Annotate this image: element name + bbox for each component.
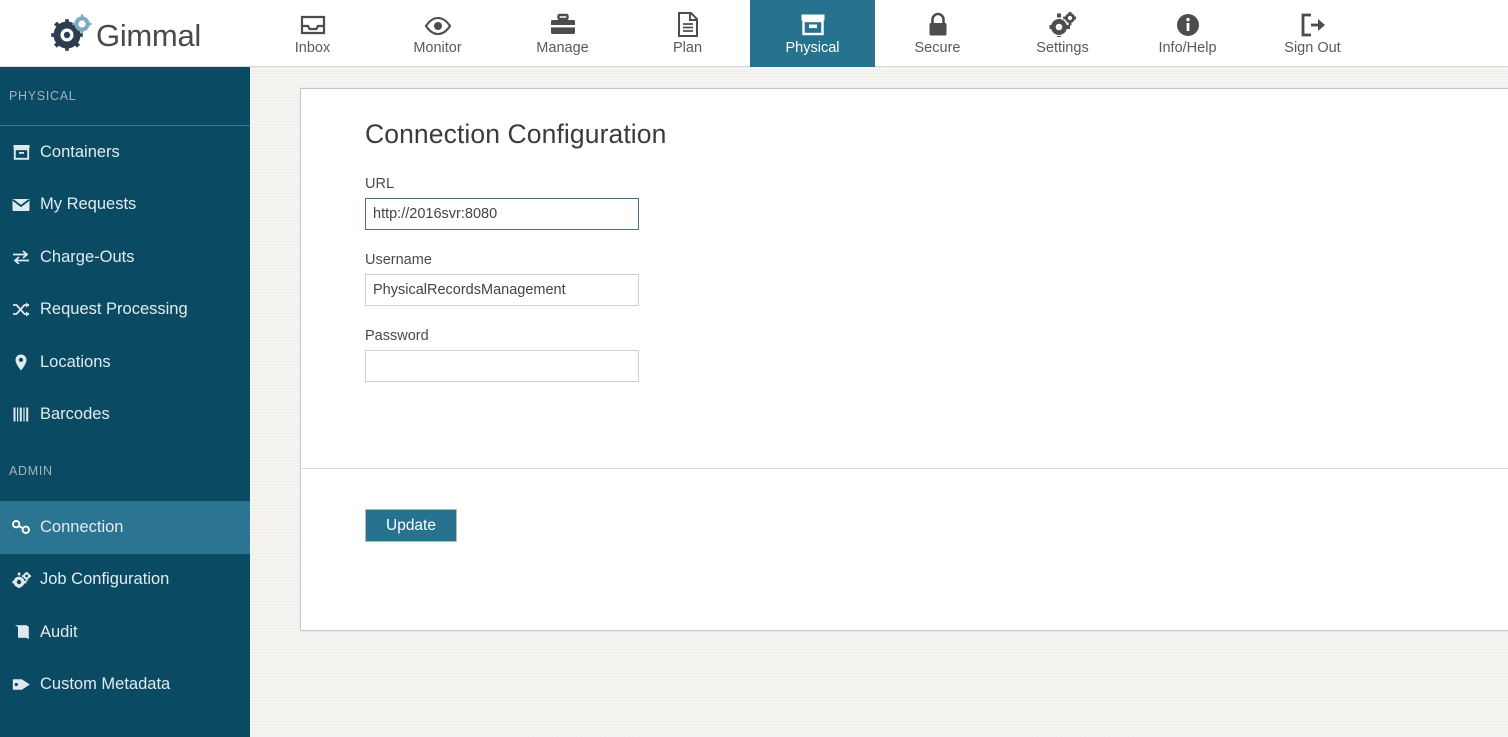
card-body: Connection Configuration URL Username Pa… (301, 89, 1508, 382)
sidebar: PHYSICAL Containers My Requests Charge-O… (0, 67, 250, 737)
url-label: URL (365, 176, 1508, 192)
nav-item-settings[interactable]: Settings (1000, 0, 1125, 67)
nav-item-info-help[interactable]: Info/Help (1125, 0, 1250, 67)
sidebar-item-charge-outs[interactable]: Charge-Outs (0, 231, 250, 284)
nav-item-manage[interactable]: Manage (500, 0, 625, 67)
nav-item-physical[interactable]: Physical (750, 0, 875, 67)
exchange-icon (11, 250, 31, 264)
sidebar-item-label: Connection (40, 518, 123, 537)
update-button[interactable]: Update (365, 509, 457, 542)
nav-label: Settings (1036, 41, 1088, 56)
nav-label: Secure (915, 41, 961, 56)
field-password: Password (365, 328, 1508, 382)
card-footer: Update (365, 509, 457, 542)
box-icon (11, 144, 31, 160)
app-page: Gimmal Inbox Monitor Manage (0, 0, 1508, 737)
sidebar-item-label: Barcodes (40, 405, 110, 424)
nav-item-sign-out[interactable]: Sign Out (1250, 0, 1375, 67)
field-url: URL (365, 176, 1508, 230)
briefcase-icon (550, 11, 576, 37)
sidebar-item-label: Containers (40, 143, 120, 162)
password-input[interactable] (365, 350, 639, 382)
brand-logo[interactable]: Gimmal (0, 0, 250, 67)
sidebar-item-custom-metadata[interactable]: Custom Metadata (0, 659, 250, 712)
sidebar-item-label: Job Configuration (40, 570, 169, 589)
sidebar-item-barcodes[interactable]: Barcodes (0, 389, 250, 442)
username-label: Username (365, 252, 1508, 268)
signout-icon (1300, 11, 1326, 37)
gimmal-gear-icon (49, 14, 95, 54)
info-icon (1176, 11, 1200, 37)
sidebar-item-job-configuration[interactable]: Job Configuration (0, 554, 250, 607)
pin-icon (11, 354, 31, 371)
gears-icon (1049, 11, 1076, 37)
sidebar-section-header-physical: PHYSICAL (0, 67, 250, 125)
sidebar-item-label: My Requests (40, 195, 136, 214)
gears-icon (11, 572, 31, 588)
card-divider (301, 468, 1508, 469)
nav-label: Manage (536, 41, 588, 56)
sidebar-item-my-requests[interactable]: My Requests (0, 179, 250, 232)
sidebar-item-label: Charge-Outs (40, 248, 134, 267)
nav-label: Physical (786, 41, 840, 56)
brand-name: Gimmal (96, 20, 201, 51)
nav-item-monitor[interactable]: Monitor (375, 0, 500, 67)
sidebar-item-label: Request Processing (40, 300, 188, 319)
nav-item-secure[interactable]: Secure (875, 0, 1000, 67)
sidebar-section-header-admin: ADMIN (0, 441, 250, 501)
nav-item-inbox[interactable]: Inbox (250, 0, 375, 67)
page-title: Connection Configuration (365, 119, 1508, 150)
nav-item-plan[interactable]: Plan (625, 0, 750, 67)
link-icon (11, 520, 31, 534)
sidebar-item-audit[interactable]: Audit (0, 606, 250, 659)
top-nav-items: Inbox Monitor Manage Plan (250, 0, 1375, 67)
sidebar-item-label: Locations (40, 353, 111, 372)
lock-icon (927, 11, 949, 37)
sidebar-item-locations[interactable]: Locations (0, 336, 250, 389)
sidebar-item-request-processing[interactable]: Request Processing (0, 284, 250, 337)
nav-label: Sign Out (1284, 41, 1340, 56)
username-input[interactable] (365, 274, 639, 306)
sidebar-item-label: Audit (40, 623, 78, 642)
shuffle-icon (11, 302, 31, 317)
envelope-icon (11, 198, 31, 212)
nav-label: Inbox (295, 41, 330, 56)
inbox-icon (300, 11, 326, 37)
nav-label: Info/Help (1158, 41, 1216, 56)
connection-configuration-card: Connection Configuration URL Username Pa… (300, 88, 1508, 631)
sidebar-item-connection[interactable]: Connection (0, 501, 250, 554)
box-icon (800, 11, 826, 37)
sidebar-item-containers[interactable]: Containers (0, 126, 250, 179)
barcode-icon (11, 407, 31, 422)
nav-label: Monitor (413, 41, 461, 56)
book-icon (11, 624, 31, 640)
top-navigation-bar: Gimmal Inbox Monitor Manage (0, 0, 1508, 67)
tag-icon (11, 677, 31, 692)
document-icon (677, 11, 699, 37)
sidebar-item-label: Custom Metadata (40, 675, 170, 694)
password-label: Password (365, 328, 1508, 344)
field-username: Username (365, 252, 1508, 306)
eye-icon (424, 11, 452, 37)
nav-label: Plan (673, 41, 702, 56)
url-input[interactable] (365, 198, 639, 230)
